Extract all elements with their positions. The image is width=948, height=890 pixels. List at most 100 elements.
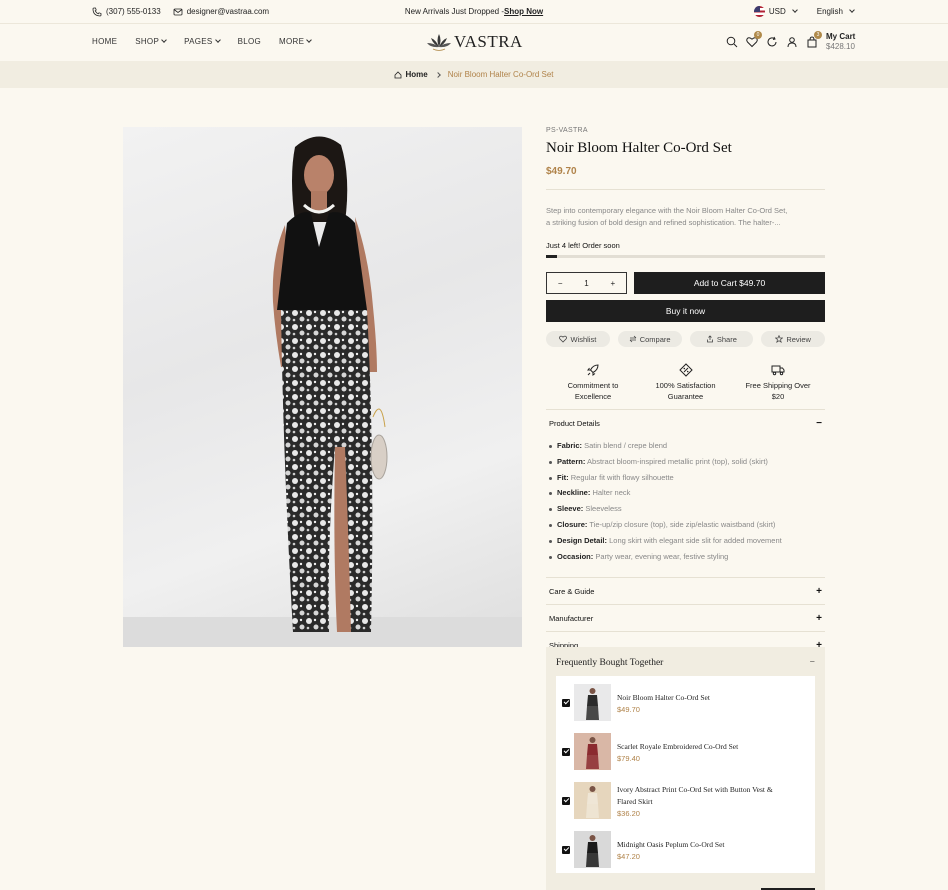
compare-arrows-icon bbox=[629, 335, 636, 343]
fbt-name[interactable]: Midnight Oasis Peplum Co-Ord Set bbox=[617, 839, 725, 851]
language-label: English bbox=[816, 7, 843, 16]
feature-highlights: Commitment to Excellence 100% Satisfacti… bbox=[546, 363, 825, 402]
fbt-list: Noir Bloom Halter Co-Ord Set $49.70 Scar… bbox=[556, 676, 815, 873]
chevron-down-icon bbox=[791, 7, 798, 13]
share-icon bbox=[706, 335, 713, 343]
fbt-name[interactable]: Noir Bloom Halter Co-Ord Set bbox=[617, 692, 710, 704]
feature-excellence: Commitment to Excellence bbox=[548, 363, 638, 402]
fbt-checkbox[interactable] bbox=[562, 845, 570, 854]
fbt-thumbnail[interactable] bbox=[574, 782, 611, 819]
share-pill-button[interactable]: Share bbox=[689, 331, 754, 347]
qty-decrease-button[interactable]: − bbox=[558, 279, 563, 288]
heart-icon bbox=[559, 335, 568, 343]
fbt-thumbnail[interactable] bbox=[574, 831, 611, 868]
product-price: $49.70 bbox=[546, 166, 577, 177]
pill-label: Review bbox=[786, 334, 811, 344]
product-image[interactable] bbox=[123, 127, 522, 647]
product-title: Noir Bloom Halter Co-Ord Set bbox=[546, 140, 732, 156]
lotus-logo-icon bbox=[427, 34, 451, 51]
accordion-care-guide: Care & Guide + bbox=[546, 578, 825, 606]
phone-contact[interactable]: (307) 555-0133 bbox=[92, 7, 161, 17]
breadcrumb-home-label: Home bbox=[405, 70, 428, 79]
nav-label: SHOP bbox=[135, 37, 160, 46]
fbt-price: $47.20 bbox=[617, 851, 640, 861]
fbt-checkbox[interactable] bbox=[562, 796, 570, 805]
detail-value: Abstract bloom-inspired metallic print (… bbox=[587, 456, 768, 466]
nav-pages[interactable]: PAGES bbox=[184, 37, 221, 46]
compare-pill-button[interactable]: Compare bbox=[617, 331, 682, 347]
qty-increase-button[interactable]: + bbox=[610, 279, 615, 288]
fbt-info: Scarlet Royale Embroidered Co-Ord Set $7… bbox=[617, 741, 738, 763]
accordion-header[interactable]: Product Details − bbox=[546, 410, 825, 436]
quantity-stepper: − 1 + bbox=[546, 272, 627, 294]
add-to-cart-button[interactable]: Add to Cart $49.70 bbox=[634, 272, 825, 294]
product-photo-illustration bbox=[123, 136, 522, 647]
detail-item: Closure: Tie-up/zip closure (top), side … bbox=[549, 517, 822, 533]
detail-value: Regular fit with flowy silhouette bbox=[570, 472, 674, 482]
qty-value[interactable]: 1 bbox=[584, 279, 588, 288]
main-header: HOME SHOP PAGES BLOG MORE VASTRA 0 3 My … bbox=[0, 23, 948, 61]
cart-button[interactable]: 3 bbox=[806, 31, 822, 48]
detail-item: Design Detail: Long skirt with elegant s… bbox=[549, 533, 822, 549]
accordion-product-details: Product Details − Fabric: Satin blend / … bbox=[546, 410, 825, 579]
product-details-list: Fabric: Satin blend / crepe blend Patter… bbox=[546, 436, 825, 577]
language-selector[interactable]: English bbox=[816, 7, 855, 16]
shop-now-link[interactable]: Shop Now bbox=[504, 7, 543, 16]
fbt-thumbnail[interactable] bbox=[574, 684, 611, 721]
fbt-checkbox[interactable] bbox=[562, 698, 570, 707]
accordion-header[interactable]: Care & Guide + bbox=[546, 578, 825, 604]
detail-value: Sleeveless bbox=[585, 504, 622, 514]
secondary-actions: Wishlist Compare Share Review bbox=[546, 331, 825, 347]
review-pill-button[interactable]: Review bbox=[761, 331, 825, 347]
fbt-info: Ivory Abstract Print Co-Ord Set with But… bbox=[617, 784, 773, 818]
feature-line: Excellence bbox=[574, 392, 612, 401]
rocket-icon bbox=[587, 364, 599, 376]
accordion-title: Manufacturer bbox=[549, 613, 594, 623]
mail-icon bbox=[173, 8, 183, 15]
nav-blog[interactable]: BLOG bbox=[238, 37, 261, 46]
expand-icon: + bbox=[816, 585, 822, 597]
breadcrumb-home[interactable]: Home bbox=[394, 70, 428, 79]
fbt-item: Ivory Abstract Print Co-Ord Set with But… bbox=[556, 776, 815, 825]
fbt-name[interactable]: Ivory Abstract Print Co-Ord Set with But… bbox=[617, 784, 773, 796]
nav-shop[interactable]: SHOP bbox=[135, 37, 167, 46]
detail-item: Fit: Regular fit with flowy silhouette bbox=[549, 470, 822, 486]
nav-label: PAGES bbox=[184, 37, 213, 46]
chevron-down-icon bbox=[306, 37, 313, 43]
detail-label: Sleeve: bbox=[557, 504, 584, 514]
fbt-header[interactable]: Frequently Bought Together − bbox=[546, 647, 825, 679]
accordion-header[interactable]: Manufacturer + bbox=[546, 605, 825, 631]
user-icon[interactable] bbox=[786, 36, 798, 48]
star-icon bbox=[775, 335, 784, 343]
detail-label: Design Detail: bbox=[557, 535, 608, 545]
detail-item: Occasion: Party wear, evening wear, fest… bbox=[549, 549, 822, 565]
fbt-name-line2[interactable]: Flared Skirt bbox=[617, 796, 773, 808]
search-icon[interactable] bbox=[726, 36, 738, 48]
detail-item: Neckline: Halter neck bbox=[549, 485, 822, 501]
fbt-name[interactable]: Scarlet Royale Embroidered Co-Ord Set bbox=[617, 741, 738, 753]
breadcrumb-current: Noir Bloom Halter Co-Ord Set bbox=[447, 70, 554, 79]
detail-value: Tie-up/zip closure (top), side zip/elast… bbox=[589, 519, 776, 529]
nav-label: MORE bbox=[279, 37, 305, 46]
fbt-price: $49.70 bbox=[617, 704, 640, 714]
detail-value: Halter neck bbox=[592, 488, 631, 498]
compare-refresh-icon[interactable] bbox=[766, 36, 778, 48]
currency-selector[interactable]: USD bbox=[753, 6, 798, 17]
fbt-thumbnail[interactable] bbox=[574, 733, 611, 770]
nav-more[interactable]: MORE bbox=[279, 37, 313, 46]
nav-home[interactable]: HOME bbox=[92, 37, 117, 46]
site-logo[interactable]: VASTRA bbox=[426, 29, 526, 55]
currency-label: USD bbox=[768, 7, 786, 16]
product-description: Step into contemporary elegance with the… bbox=[546, 205, 825, 229]
wishlist-button[interactable]: 0 bbox=[746, 31, 762, 48]
main-nav: HOME SHOP PAGES BLOG MORE bbox=[92, 37, 313, 46]
header-icons: 0 3 bbox=[726, 31, 822, 48]
cart-summary[interactable]: My Cart $428.10 bbox=[826, 32, 855, 52]
buy-now-button[interactable]: Buy it now bbox=[546, 300, 825, 322]
expand-icon: + bbox=[816, 612, 822, 624]
email-contact[interactable]: designer@vastraa.com bbox=[173, 7, 269, 17]
wishlist-pill-button[interactable]: Wishlist bbox=[546, 331, 610, 347]
chevron-right-icon bbox=[434, 71, 441, 78]
fbt-checkbox[interactable] bbox=[562, 747, 570, 756]
feature-line: 100% Satisfaction bbox=[655, 381, 716, 390]
